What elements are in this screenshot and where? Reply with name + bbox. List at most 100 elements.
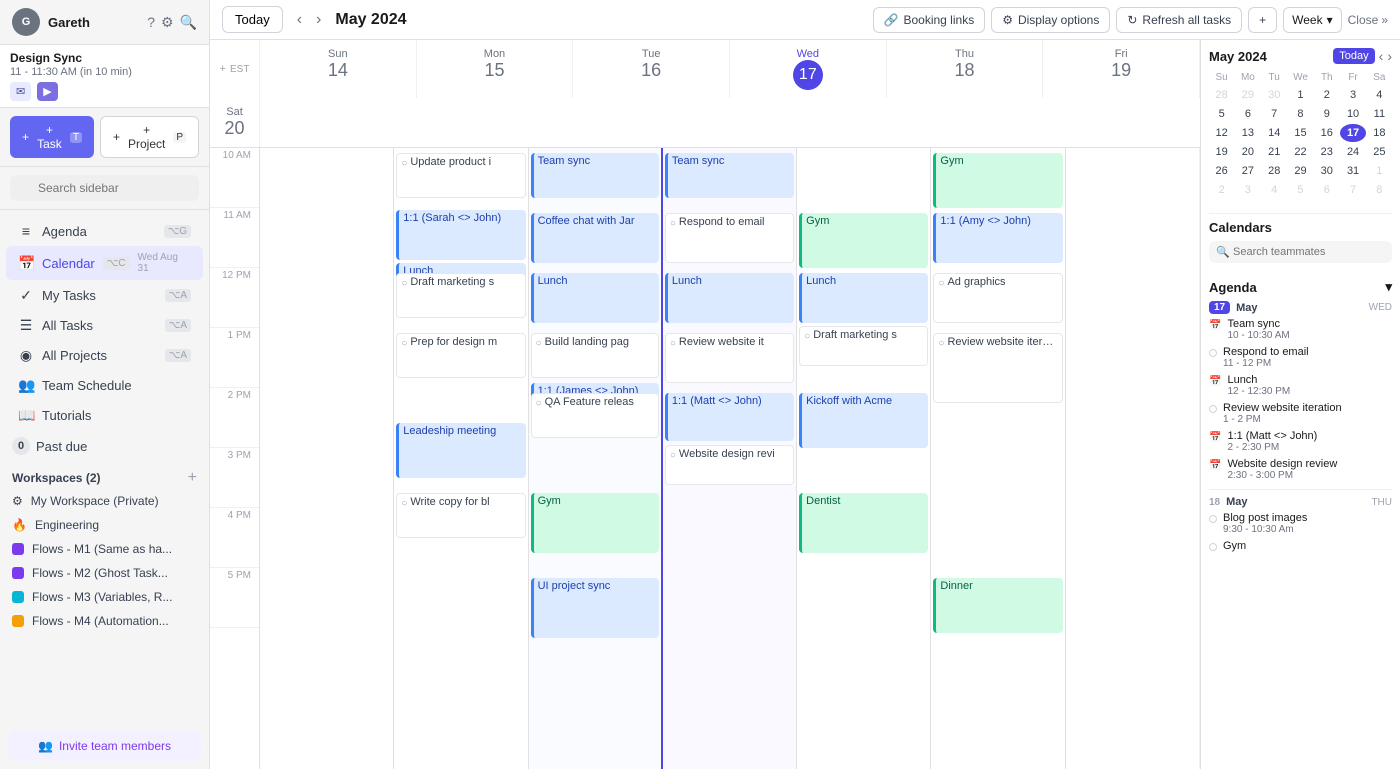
mini-day[interactable]: 23 — [1314, 143, 1339, 161]
search-teammates-input[interactable] — [1209, 241, 1392, 263]
mini-day[interactable]: 8 — [1367, 181, 1392, 199]
mini-day[interactable]: 2 — [1209, 181, 1234, 199]
search-icon[interactable]: 🔍 — [180, 14, 197, 31]
event-dinner[interactable]: Dinner — [933, 578, 1062, 633]
workspace-item-engineering[interactable]: 🔥 Engineering — [0, 513, 209, 537]
mini-day[interactable]: 21 — [1262, 143, 1287, 161]
event-draft-marketing-mon[interactable]: ○ Draft marketing s — [396, 273, 525, 318]
close-button[interactable]: Close » — [1348, 13, 1388, 27]
mini-day-today[interactable]: 17 — [1340, 124, 1365, 142]
event-qa-feature[interactable]: ○ QA Feature releas — [531, 393, 659, 438]
agenda-item-lunch[interactable]: 📅 Lunch 12 - 12:30 PM — [1209, 374, 1392, 397]
event-build-landing[interactable]: ○ Build landing pag — [531, 333, 659, 378]
sidebar-item-team-schedule[interactable]: 👥 Team Schedule — [6, 371, 203, 400]
event-review-website-fri[interactable]: ○ Review website iterations — [933, 333, 1062, 403]
week-select[interactable]: Week ▾ — [1283, 7, 1342, 33]
event-coffee-chat[interactable]: Coffee chat with Jar — [531, 213, 659, 263]
mini-day[interactable]: 24 — [1340, 143, 1365, 161]
video-action-btn[interactable]: ▶ — [37, 82, 57, 101]
workspace-item-flow-m2[interactable]: Flows - M2 (Ghost Task... — [0, 561, 209, 585]
mini-day[interactable]: 8 — [1288, 105, 1313, 123]
event-11-sarah-john[interactable]: 1:1 (Sarah <> John) — [396, 210, 525, 260]
help-icon[interactable]: ? — [147, 14, 155, 31]
mini-day[interactable]: 13 — [1235, 124, 1260, 142]
display-options-button[interactable]: ⚙ Display options — [991, 7, 1110, 33]
mini-today-button[interactable]: Today — [1333, 48, 1374, 64]
agenda-item-blog-post[interactable]: Blog post images 9:30 - 10:30 Am — [1209, 512, 1392, 535]
mini-day[interactable]: 15 — [1288, 124, 1313, 142]
mini-day[interactable]: 30 — [1314, 162, 1339, 180]
sidebar-item-all-projects[interactable]: ◉ All Projects ⌥A — [6, 341, 203, 370]
add-project-button[interactable]: + + Project P — [100, 116, 199, 158]
mini-day[interactable]: 20 — [1235, 143, 1260, 161]
workspace-item-flow-m3[interactable]: Flows - M3 (Variables, R... — [0, 585, 209, 609]
mini-day[interactable]: 19 — [1209, 143, 1234, 161]
event-team-sync-wed[interactable]: Team sync — [665, 153, 794, 198]
event-ad-graphics[interactable]: ○ Ad graphics — [933, 273, 1062, 323]
event-update-product[interactable]: ○ Update product i — [396, 153, 525, 198]
invite-team-members-button[interactable]: 👥 Invite team members — [8, 731, 201, 761]
mini-day[interactable]: 26 — [1209, 162, 1234, 180]
event-website-design-review[interactable]: ○ Website design revi — [665, 445, 794, 485]
mini-day[interactable]: 29 — [1235, 86, 1260, 104]
mini-day[interactable]: 11 — [1367, 105, 1392, 123]
mini-day[interactable]: 28 — [1209, 86, 1234, 104]
event-leadeship-meeting[interactable]: Leadeship meeting — [396, 423, 525, 478]
add-event-button[interactable]: + — [1248, 7, 1277, 33]
mini-day[interactable]: 10 — [1340, 105, 1365, 123]
mini-day[interactable]: 29 — [1288, 162, 1313, 180]
mini-day[interactable]: 30 — [1262, 86, 1287, 104]
booking-links-button[interactable]: 🔗 Booking links — [873, 7, 986, 33]
event-draft-marketing-thu[interactable]: ○ Draft marketing s — [799, 326, 928, 366]
event-review-website-wed[interactable]: ○ Review website it — [665, 333, 794, 383]
event-respond-email[interactable]: ○ Respond to email — [665, 213, 794, 263]
mini-day[interactable]: 9 — [1314, 105, 1339, 123]
sidebar-item-tutorials[interactable]: 📖 Tutorials — [6, 401, 203, 430]
sidebar-item-my-tasks[interactable]: ✓ My Tasks ⌥A — [6, 281, 203, 310]
event-lunch-tue[interactable]: Lunch — [531, 273, 659, 323]
prev-week-button[interactable]: ‹ — [291, 7, 308, 33]
workspace-item-flow-m1[interactable]: Flows - M1 (Same as ha... — [0, 537, 209, 561]
event-team-sync-tue[interactable]: Team sync — [531, 153, 659, 198]
event-dentist[interactable]: Dentist — [799, 493, 928, 553]
mini-day[interactable]: 6 — [1314, 181, 1339, 199]
workspace-item-private[interactable]: ⚙ My Workspace (Private) — [0, 489, 209, 513]
event-gym-tue[interactable]: Gym — [531, 493, 659, 553]
sidebar-item-calendar[interactable]: 📅 Calendar ⌥C Wed Aug 31 — [6, 246, 203, 280]
mini-day[interactable]: 5 — [1209, 105, 1234, 123]
next-week-button[interactable]: › — [310, 7, 327, 33]
event-lunch-thu[interactable]: Lunch — [799, 273, 928, 323]
event-11-amy-john[interactable]: 1:1 (Amy <> John) — [933, 213, 1062, 263]
mini-next-button[interactable]: › — [1387, 48, 1392, 64]
mini-day[interactable]: 7 — [1340, 181, 1365, 199]
event-gym-thu[interactable]: Gym — [799, 213, 928, 268]
agenda-item-respond-email[interactable]: Respond to email 11 - 12 PM — [1209, 346, 1392, 369]
workspace-add-button[interactable]: + — [188, 469, 197, 487]
mini-day[interactable]: 5 — [1288, 181, 1313, 199]
mini-day[interactable]: 1 — [1288, 86, 1313, 104]
mini-day[interactable]: 4 — [1367, 86, 1392, 104]
agenda-item-team-sync[interactable]: 📅 Team sync 10 - 10:30 AM — [1209, 318, 1392, 341]
settings-icon[interactable]: ⚙ — [161, 14, 174, 31]
sidebar-item-all-tasks[interactable]: ☰ All Tasks ⌥A — [6, 311, 203, 340]
event-ui-project-sync[interactable]: UI project sync — [531, 578, 659, 638]
mini-day[interactable]: 27 — [1235, 162, 1260, 180]
mini-day[interactable]: 28 — [1262, 162, 1287, 180]
sidebar-item-agenda[interactable]: ≡ Agenda ⌥G — [6, 217, 203, 245]
event-kickoff-acme[interactable]: Kickoff with Acme — [799, 393, 928, 448]
mini-day[interactable]: 25 — [1367, 143, 1392, 161]
mail-action-btn[interactable]: ✉ — [10, 82, 31, 101]
agenda-item-11-matt[interactable]: 📅 1:1 (Matt <> John) 2 - 2:30 PM — [1209, 430, 1392, 453]
agenda-item-gym-thu[interactable]: Gym — [1209, 540, 1392, 552]
mini-day[interactable]: 3 — [1235, 181, 1260, 199]
agenda-item-review-website[interactable]: Review website iteration 1 - 2 PM — [1209, 402, 1392, 425]
mini-day[interactable]: 3 — [1340, 86, 1365, 104]
add-task-button[interactable]: + + Task T — [10, 116, 94, 158]
mini-day[interactable]: 1 — [1367, 162, 1392, 180]
event-write-copy[interactable]: ○ Write copy for bl — [396, 493, 525, 538]
mini-day[interactable]: 2 — [1314, 86, 1339, 104]
mini-day[interactable]: 7 — [1262, 105, 1287, 123]
today-button[interactable]: Today — [222, 6, 283, 33]
mini-day[interactable]: 6 — [1235, 105, 1260, 123]
agenda-item-website-design[interactable]: 📅 Website design review 2:30 - 3:00 PM — [1209, 458, 1392, 481]
